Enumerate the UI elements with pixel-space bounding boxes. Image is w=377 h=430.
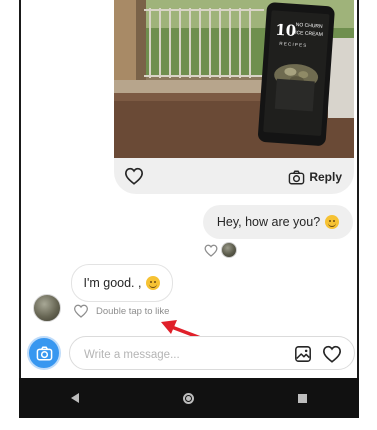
reply-button[interactable]: Reply [288, 167, 342, 187]
double-tap-hint-row: Double tap to like [73, 304, 169, 318]
smiling-face-emoji-icon [146, 276, 161, 290]
chat-screen: 10 NO CHURN ICE CREAM RECIPES Reply Hey,… [21, 0, 357, 378]
book-title-number: 10 [275, 21, 297, 40]
message-input-container [69, 336, 355, 370]
shared-photo-card[interactable]: 10 NO CHURN ICE CREAM RECIPES Reply [114, 0, 354, 194]
home-circle-icon[interactable] [183, 392, 194, 404]
photo-illustration: 10 NO CHURN ICE CREAM RECIPES [114, 0, 354, 158]
heart-outline-icon[interactable] [124, 167, 144, 185]
reply-label: Reply [309, 170, 342, 184]
recents-square-icon[interactable] [298, 393, 307, 403]
sender-avatar[interactable] [33, 294, 61, 322]
heart-outline-icon[interactable] [322, 345, 342, 363]
hugging-face-emoji-icon [325, 215, 340, 229]
incoming-message-text: I'm good. , [83, 276, 142, 290]
image-icon[interactable] [294, 345, 312, 363]
back-triangle-icon[interactable] [71, 393, 79, 403]
incoming-message-bubble[interactable]: I'm good. , [71, 264, 173, 302]
message-reactions-row [204, 242, 237, 258]
outgoing-message-bubble[interactable]: Hey, how are you? [203, 205, 353, 239]
message-input[interactable] [82, 345, 266, 365]
camera-icon [36, 346, 52, 360]
system-navigation-bar [19, 378, 359, 418]
heart-outline-icon[interactable] [204, 244, 218, 257]
message-composer [25, 336, 355, 372]
seen-by-avatar [221, 242, 237, 258]
photo-card-actions: Reply [114, 158, 354, 194]
camera-button[interactable] [27, 336, 61, 370]
phone-frame: 10 NO CHURN ICE CREAM RECIPES Reply Hey,… [19, 0, 359, 418]
shared-photo[interactable]: 10 NO CHURN ICE CREAM RECIPES [114, 0, 354, 158]
outgoing-message-text: Hey, how are you? [216, 215, 321, 229]
heart-outline-icon[interactable] [73, 304, 89, 318]
camera-outline-icon [289, 170, 305, 184]
